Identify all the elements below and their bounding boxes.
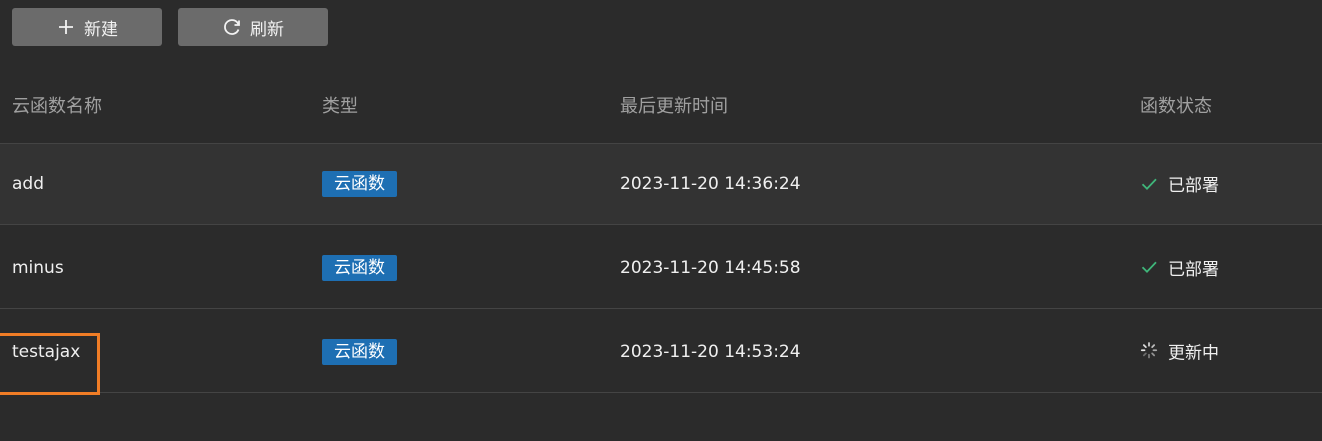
updated-time: 2023-11-20 14:53:24 [620, 341, 801, 362]
type-cell: 云函数 [322, 338, 397, 365]
plus-icon [56, 17, 76, 37]
loading-spinner-icon [1140, 341, 1158, 359]
type-cell: 云函数 [322, 254, 397, 281]
new-button[interactable]: 新建 [12, 8, 162, 46]
check-icon [1140, 174, 1158, 192]
table-header: 云函数名称 类型 最后更新时间 函数状态 [0, 82, 1322, 128]
function-name[interactable]: add [12, 174, 44, 194]
column-header-status: 函数状态 [1140, 96, 1212, 117]
refresh-button[interactable]: 刷新 [178, 8, 328, 46]
status-text: 已部署 [1168, 259, 1219, 280]
type-tag: 云函数 [322, 338, 397, 365]
table-row[interactable]: add 云函数 2023-11-20 14:36:24 已部署 [0, 143, 1322, 225]
type-tag: 云函数 [322, 254, 397, 281]
type-tag: 云函数 [322, 171, 397, 197]
toolbar: 新建 刷新 [12, 8, 328, 46]
function-name[interactable]: minus [12, 258, 64, 278]
type-cell: 云函数 [322, 171, 397, 197]
status-text: 更新中 [1168, 342, 1219, 363]
column-header-name: 云函数名称 [12, 96, 102, 117]
refresh-icon [222, 17, 242, 37]
table-row[interactable]: minus 云函数 2023-11-20 14:45:58 已部署 [0, 227, 1322, 309]
status-cell: 已部署 [1140, 254, 1219, 281]
function-name[interactable]: testajax [12, 342, 80, 362]
status-text: 已部署 [1168, 175, 1219, 196]
new-button-label: 新建 [84, 19, 118, 40]
status-cell: 更新中 [1140, 338, 1219, 366]
refresh-button-label: 刷新 [250, 19, 284, 40]
updated-time: 2023-11-20 14:36:24 [620, 174, 801, 194]
cloud-functions-panel: 新建 刷新 云函数名称 类型 最后更新时间 函数状态 add 云函数 2023-… [0, 0, 1322, 441]
check-icon [1140, 258, 1158, 276]
status-cell: 已部署 [1140, 171, 1219, 198]
updated-time: 2023-11-20 14:45:58 [620, 257, 801, 278]
column-header-type: 类型 [322, 96, 358, 117]
table-row[interactable]: testajax 云函数 2023-11-20 14:53:24 更新中 [0, 311, 1322, 393]
column-header-updated: 最后更新时间 [620, 96, 728, 117]
